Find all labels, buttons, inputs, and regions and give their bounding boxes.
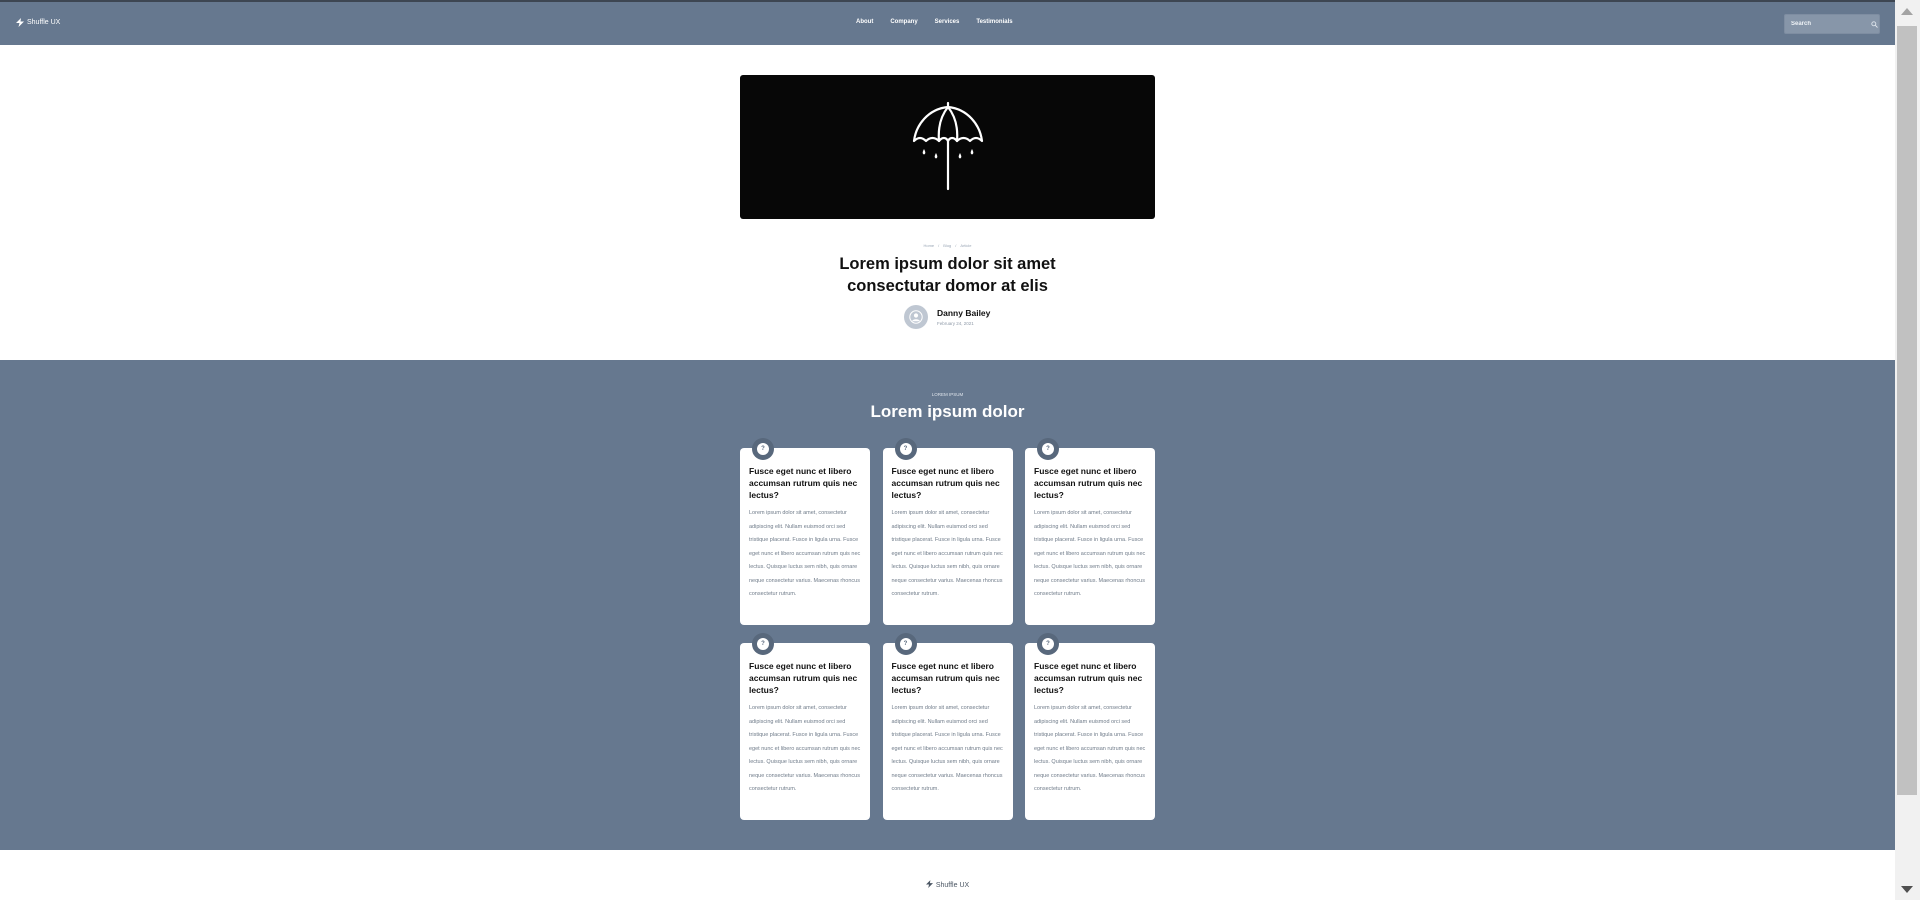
article-title-line-2: consectutar domor at elis <box>847 277 1048 295</box>
umbrella-icon <box>912 101 983 191</box>
search-input[interactable] <box>1791 21 1871 27</box>
question-badge: ? <box>894 438 917 460</box>
breadcrumb-blog[interactable]: Blog <box>943 243 951 248</box>
breadcrumb: Home / Blog / Article <box>0 243 1895 248</box>
page-scrollbar[interactable] <box>1895 0 1920 900</box>
question-icon: ? <box>899 443 912 455</box>
brand-name: Shuffle UX <box>27 19 61 26</box>
question-badge: ? <box>894 633 917 655</box>
question-icon: ? <box>1042 443 1054 455</box>
breadcrumb-separator: / <box>955 243 957 248</box>
card-title: Fusce eget nunc et libero accumsan rutru… <box>1034 466 1143 500</box>
avatar <box>904 305 928 329</box>
question-badge: ? <box>1037 633 1059 655</box>
faq-card: ? Fusce eget nunc et libero accumsan rut… <box>1025 438 1155 625</box>
author-name: Danny Bailey <box>937 308 991 318</box>
faq-card: ? Fusce eget nunc et libero accumsan rut… <box>882 438 1013 625</box>
faq-card: ? Fusce eget nunc et libero accumsan rut… <box>1025 633 1155 820</box>
card-text: Lorem ipsum dolor sit amet, consectetur … <box>749 705 861 792</box>
section-title: Lorem ipsum dolor <box>870 402 1025 421</box>
nav-link-services[interactable]: Services <box>935 19 960 25</box>
lightning-bolt-icon <box>16 18 24 27</box>
author-meta: Danny Bailey February 24, 2021 <box>937 308 990 326</box>
article-title-line-1: Lorem ipsum dolor sit amet <box>839 255 1056 273</box>
question-icon: ? <box>757 638 769 650</box>
question-icon: ? <box>757 443 769 455</box>
card-text: Lorem ipsum dolor sit amet, consectetur … <box>891 705 1003 792</box>
faq-card: ? Fusce eget nunc et libero accumsan rut… <box>882 633 1013 820</box>
nav-link-testimonials[interactable]: Testimonials <box>976 19 1012 25</box>
question-icon: ? <box>899 638 912 650</box>
section-kicker: LOREM IPSUM <box>931 392 964 397</box>
question-icon: ? <box>1042 638 1054 650</box>
card-title: Fusce eget nunc et libero accumsan rutru… <box>891 466 1000 500</box>
card-title: Fusce eget nunc et libero accumsan rutru… <box>1034 661 1143 695</box>
breadcrumb-article: Article <box>960 243 972 248</box>
card-text: Lorem ipsum dolor sit amet, consectetur … <box>749 510 861 597</box>
features-section: LOREM IPSUM Lorem ipsum dolor ? Fusce eg… <box>0 360 1895 850</box>
search-icon[interactable] <box>1871 20 1878 28</box>
search-box <box>1784 14 1880 34</box>
footer-brand[interactable]: Shuffle UX <box>0 880 1895 890</box>
card-text: Lorem ipsum dolor sit amet, consectetur … <box>891 510 1003 597</box>
question-badge: ? <box>752 438 774 460</box>
question-badge: ? <box>752 633 774 655</box>
card-title: Fusce eget nunc et libero accumsan rutru… <box>891 661 1000 695</box>
footer-brand-name: Shuffle UX <box>935 881 970 889</box>
breadcrumb-home[interactable]: Home <box>923 243 934 248</box>
faq-card: ? Fusce eget nunc et libero accumsan rut… <box>740 633 870 820</box>
card-text: Lorem ipsum dolor sit amet, consectetur … <box>1034 510 1146 597</box>
nav-link-company[interactable]: Company <box>890 19 917 25</box>
nav-link-about[interactable]: About <box>856 19 873 25</box>
user-icon <box>909 310 923 324</box>
card-title: Fusce eget nunc et libero accumsan rutru… <box>749 466 858 500</box>
lightning-bolt-icon <box>925 880 933 890</box>
scrollbar-thumb[interactable] <box>1897 26 1917 795</box>
card-title: Fusce eget nunc et libero accumsan rutru… <box>749 661 858 695</box>
page: Shuffle UX About Company Services Testim… <box>0 0 1895 900</box>
faq-card: ? Fusce eget nunc et libero accumsan rut… <box>740 438 870 625</box>
card-text: Lorem ipsum dolor sit amet, consectetur … <box>1034 705 1146 792</box>
article-title: Lorem ipsum dolor sit amet consectutar d… <box>0 253 1895 297</box>
hero-image <box>740 75 1155 219</box>
brand-logo[interactable]: Shuffle UX <box>16 18 60 27</box>
main-nav: About Company Services Testimonials <box>856 19 1013 25</box>
site-header: Shuffle UX About Company Services Testim… <box>0 2 1895 45</box>
publish-date: February 24, 2021 <box>937 321 974 326</box>
breadcrumb-separator: / <box>938 243 940 248</box>
question-badge: ? <box>1037 438 1059 460</box>
scroll-up-arrow-icon[interactable] <box>1901 8 1913 15</box>
scroll-down-arrow-icon[interactable] <box>1901 886 1913 893</box>
faq-grid: ? Fusce eget nunc et libero accumsan rut… <box>740 438 1155 820</box>
author-info: Danny Bailey February 24, 2021 <box>904 305 990 329</box>
